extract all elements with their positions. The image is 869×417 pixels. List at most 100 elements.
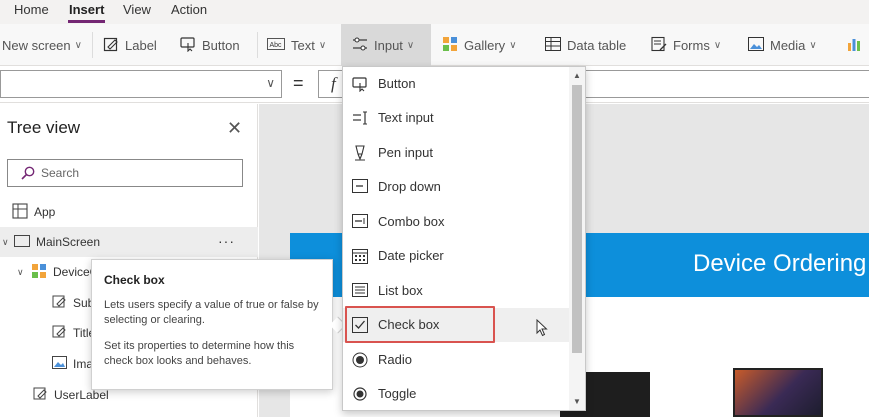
close-icon[interactable]: ✕ <box>227 118 242 139</box>
menu-bar: Home Insert View Action <box>0 0 869 24</box>
menu-item-label: Radio <box>378 352 412 367</box>
gallery-icon <box>31 263 47 282</box>
input-button[interactable]: Input ∨ <box>352 34 414 56</box>
tree-view-title: Tree view <box>7 118 81 137</box>
mouse-cursor-icon <box>536 318 548 340</box>
label-button[interactable]: Label <box>103 34 157 56</box>
dropdown-icon <box>352 179 368 196</box>
forms-button[interactable]: Forms ∨ <box>651 34 721 56</box>
chart-icon <box>847 37 861 54</box>
tooltip-description: Lets users specify a value of true or fa… <box>104 299 319 326</box>
highlight-annotation <box>345 306 495 343</box>
charts-button[interactable] <box>847 34 867 56</box>
menu-item-toggle[interactable]: Toggle <box>343 377 569 411</box>
menu-item-combo-box[interactable]: Combo box <box>343 205 569 239</box>
image-icon <box>52 356 67 372</box>
radio-icon <box>352 352 368 371</box>
menu-item-pen-input[interactable]: Pen input <box>343 136 569 170</box>
tree-item-mainscreen[interactable]: ∨ MainScreen ··· <box>0 227 258 257</box>
menu-item-label: Text input <box>378 110 434 125</box>
menu-item-text-input[interactable]: Text input <box>343 101 569 135</box>
device-image[interactable] <box>733 368 823 417</box>
chevron-down-icon: ∨ <box>406 39 415 51</box>
gallery-icon <box>442 36 458 55</box>
menu-item-label: Drop down <box>378 179 441 194</box>
edit-icon <box>52 324 67 342</box>
menu-item-drop-down[interactable]: Drop down <box>343 170 569 204</box>
button-button-label: Button <box>202 37 240 53</box>
chevron-down-icon: ∨ <box>318 39 327 51</box>
forms-label: Forms <box>673 37 710 53</box>
chevron-down-icon: ∨ <box>713 39 722 51</box>
screen-icon <box>14 234 30 250</box>
menu-item-label: Button <box>378 76 416 91</box>
media-icon <box>748 36 764 54</box>
active-tab-underline <box>68 20 105 23</box>
tree-item-label: Ima <box>73 357 94 371</box>
chevron-down-icon: ∨ <box>74 39 82 51</box>
scroll-up-icon[interactable]: ▲ <box>573 71 581 80</box>
chevron-down-icon: ∨ <box>809 39 817 51</box>
button-icon <box>352 76 368 95</box>
tree-item-label: App <box>34 205 56 219</box>
svg-text:Abc: Abc <box>270 42 283 49</box>
scroll-down-icon[interactable]: ▼ <box>573 397 581 406</box>
table-icon <box>545 36 561 54</box>
media-label: Media <box>770 37 806 53</box>
menu-item-radio[interactable]: Radio <box>343 343 569 377</box>
gallery-button-label: Gallery <box>464 37 506 53</box>
tree-item-app[interactable]: App <box>0 197 258 227</box>
scrollbar-thumb[interactable] <box>572 85 582 353</box>
menu-item-label: Combo box <box>378 214 445 229</box>
chevron-down-icon: ∨ <box>17 266 24 277</box>
ribbon-separator <box>257 32 258 58</box>
edit-icon <box>33 386 48 404</box>
menu-item-list-box[interactable]: List box <box>343 274 569 308</box>
calendar-icon <box>352 248 368 267</box>
menu-view[interactable]: View <box>123 2 151 17</box>
app-icon <box>12 202 28 222</box>
edit-icon <box>52 294 67 312</box>
menu-item-label: List box <box>378 283 423 298</box>
pen-icon <box>352 145 368 164</box>
menu-item-label: Date picker <box>378 248 444 263</box>
tree-item-label: MainScreen <box>36 235 101 249</box>
dropdown-scrollbar[interactable]: ▲ ▼ <box>569 67 585 410</box>
toggle-icon <box>352 386 368 405</box>
data-table-label: Data table <box>567 37 627 53</box>
tooltip-title: Check box <box>104 273 165 287</box>
text-button[interactable]: Abc Text ∨ <box>267 34 326 56</box>
fx-icon: f <box>331 74 336 93</box>
menu-item-date-picker[interactable]: Date picker <box>343 239 569 273</box>
menu-action[interactable]: Action <box>171 2 207 17</box>
new-screen-label: New screen <box>2 37 71 53</box>
tree-item-label: UserLabel <box>54 388 109 402</box>
menu-item-label: Toggle <box>378 386 417 401</box>
button-icon <box>180 36 196 55</box>
combo-box-icon <box>352 214 368 231</box>
chevron-down-icon: ∨ <box>266 76 275 90</box>
more-options-icon[interactable]: ··· <box>218 233 235 249</box>
tooltip: Check box Lets users specify a value of … <box>91 259 347 390</box>
text-icon: Abc <box>267 37 285 54</box>
new-screen-button[interactable]: New screen ∨ <box>2 34 82 56</box>
search-input[interactable]: Search <box>7 159 243 187</box>
menu-home[interactable]: Home <box>14 2 49 17</box>
menu-insert[interactable]: Insert <box>69 2 104 17</box>
chevron-down-icon: ∨ <box>509 39 517 51</box>
search-placeholder: Search <box>41 166 80 180</box>
tooltip-description: Set its properties to determine how this… <box>104 340 295 367</box>
data-table-button[interactable]: Data table <box>545 34 626 56</box>
menu-item-button[interactable]: Button <box>343 67 569 101</box>
input-button-label: Input <box>374 37 403 53</box>
input-dropdown-menu: Button Text input Pen input Drop down Co… <box>342 66 586 411</box>
label-button-label: Label <box>125 37 157 53</box>
banner-title: Device Ordering <box>693 250 867 277</box>
media-button[interactable]: Media ∨ <box>748 34 817 56</box>
property-dropdown[interactable]: ∨ <box>0 70 282 98</box>
menu-item-label: Pen input <box>378 145 433 160</box>
gallery-button[interactable]: Gallery ∨ <box>442 34 517 56</box>
chevron-down-icon: ∨ <box>2 236 9 247</box>
text-input-icon <box>352 110 370 129</box>
button-button[interactable]: Button <box>180 34 240 56</box>
